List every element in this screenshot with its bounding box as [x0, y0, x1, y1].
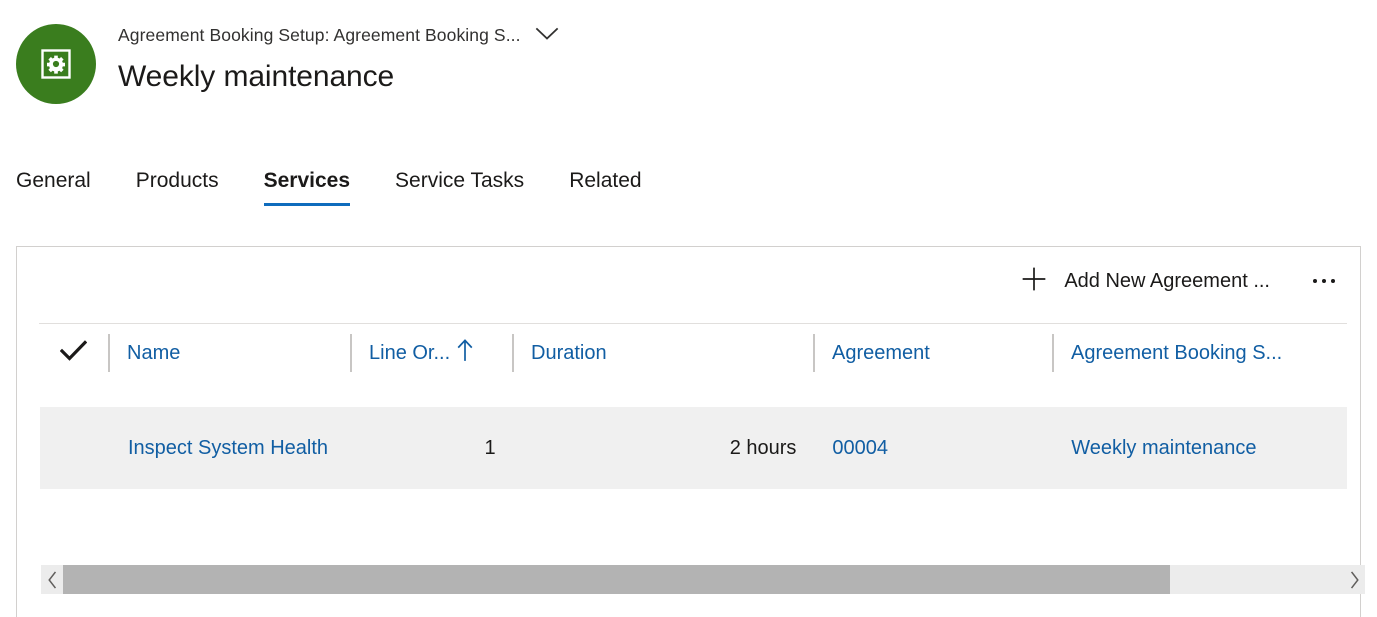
tab-general[interactable]: General	[16, 167, 91, 206]
tab-strip: General Products Services Service Tasks …	[16, 167, 642, 215]
chevron-right-icon[interactable]	[1343, 565, 1365, 594]
column-header-agreement[interactable]: Agreement	[813, 324, 1052, 382]
chevron-down-icon[interactable]	[535, 27, 559, 46]
tab-products[interactable]: Products	[136, 167, 219, 206]
checkmark-icon[interactable]	[59, 340, 88, 366]
entity-avatar	[16, 24, 96, 104]
cell-line-order: 1	[351, 407, 513, 489]
cell-agreement-link[interactable]: 00004	[813, 435, 888, 461]
column-header-agreement-booking-setup-label: Agreement Booking S...	[1071, 342, 1283, 364]
cell-name[interactable]: Inspect System Health	[109, 407, 351, 489]
add-new-agreement-label: Add New Agreement ...	[1064, 270, 1270, 292]
column-header-agreement-label: Agreement	[832, 342, 930, 364]
tab-related[interactable]: Related	[569, 167, 641, 206]
cell-line-order-value: 1	[484, 437, 496, 459]
sort-ascending-arrow-icon	[457, 338, 473, 367]
column-header-name[interactable]: Name	[108, 324, 350, 382]
tab-service-tasks[interactable]: Service Tasks	[395, 167, 524, 206]
breadcrumb-label: Agreement Booking Setup: Agreement Booki…	[118, 25, 521, 45]
cell-agreement-booking-setup-link[interactable]: Weekly maintenance	[1052, 435, 1256, 461]
record-header: Agreement Booking Setup: Agreement Booki…	[0, 0, 1377, 130]
chevron-left-icon[interactable]	[41, 565, 63, 594]
grid-command-bar: Add New Agreement ...	[17, 247, 1360, 315]
row-select-cell[interactable]	[40, 407, 109, 489]
column-header-duration-label: Duration	[531, 342, 607, 364]
record-header-text: Agreement Booking Setup: Agreement Booki…	[118, 22, 559, 97]
add-new-agreement-button[interactable]: Add New Agreement ...	[1010, 259, 1280, 304]
cell-duration: 2 hours	[513, 407, 814, 489]
column-header-name-label: Name	[127, 342, 181, 364]
select-all-column-header[interactable]	[39, 324, 108, 382]
scrollbar-thumb[interactable]	[63, 565, 1171, 594]
dot	[1331, 279, 1335, 283]
column-header-line-order-label: Line Or...	[369, 342, 451, 364]
grid-column-headers: Name Line Or... Duration Agreement Agree…	[39, 324, 1347, 382]
services-grid-card: Add New Agreement ... Name Line Or... Du…	[16, 246, 1365, 617]
cell-duration-value: 2 hours	[729, 437, 797, 459]
dot	[1313, 279, 1317, 283]
scrollbar-track[interactable]	[63, 565, 1343, 594]
tab-services[interactable]: Services	[263, 167, 351, 206]
cell-name-link[interactable]: Inspect System Health	[109, 435, 328, 461]
column-header-line-order[interactable]: Line Or...	[350, 324, 512, 382]
plus-icon	[1020, 265, 1048, 298]
more-ellipsis-icon[interactable]	[1302, 261, 1346, 301]
column-header-duration[interactable]: Duration	[512, 324, 813, 382]
overflow-dots	[1313, 279, 1335, 283]
page-title: Weekly maintenance	[118, 60, 395, 93]
table-row[interactable]: Inspect System Health 1 2 hours 00004 We…	[40, 407, 1347, 489]
dot	[1322, 279, 1326, 283]
cell-agreement[interactable]: 00004	[813, 407, 1052, 489]
breadcrumb[interactable]: Agreement Booking Setup: Agreement Booki…	[118, 22, 559, 48]
horizontal-scrollbar[interactable]	[41, 565, 1365, 594]
cell-agreement-booking-setup[interactable]: Weekly maintenance	[1052, 407, 1347, 489]
column-header-agreement-booking-setup[interactable]: Agreement Booking S...	[1052, 324, 1347, 382]
gear-in-square-icon	[39, 47, 73, 81]
